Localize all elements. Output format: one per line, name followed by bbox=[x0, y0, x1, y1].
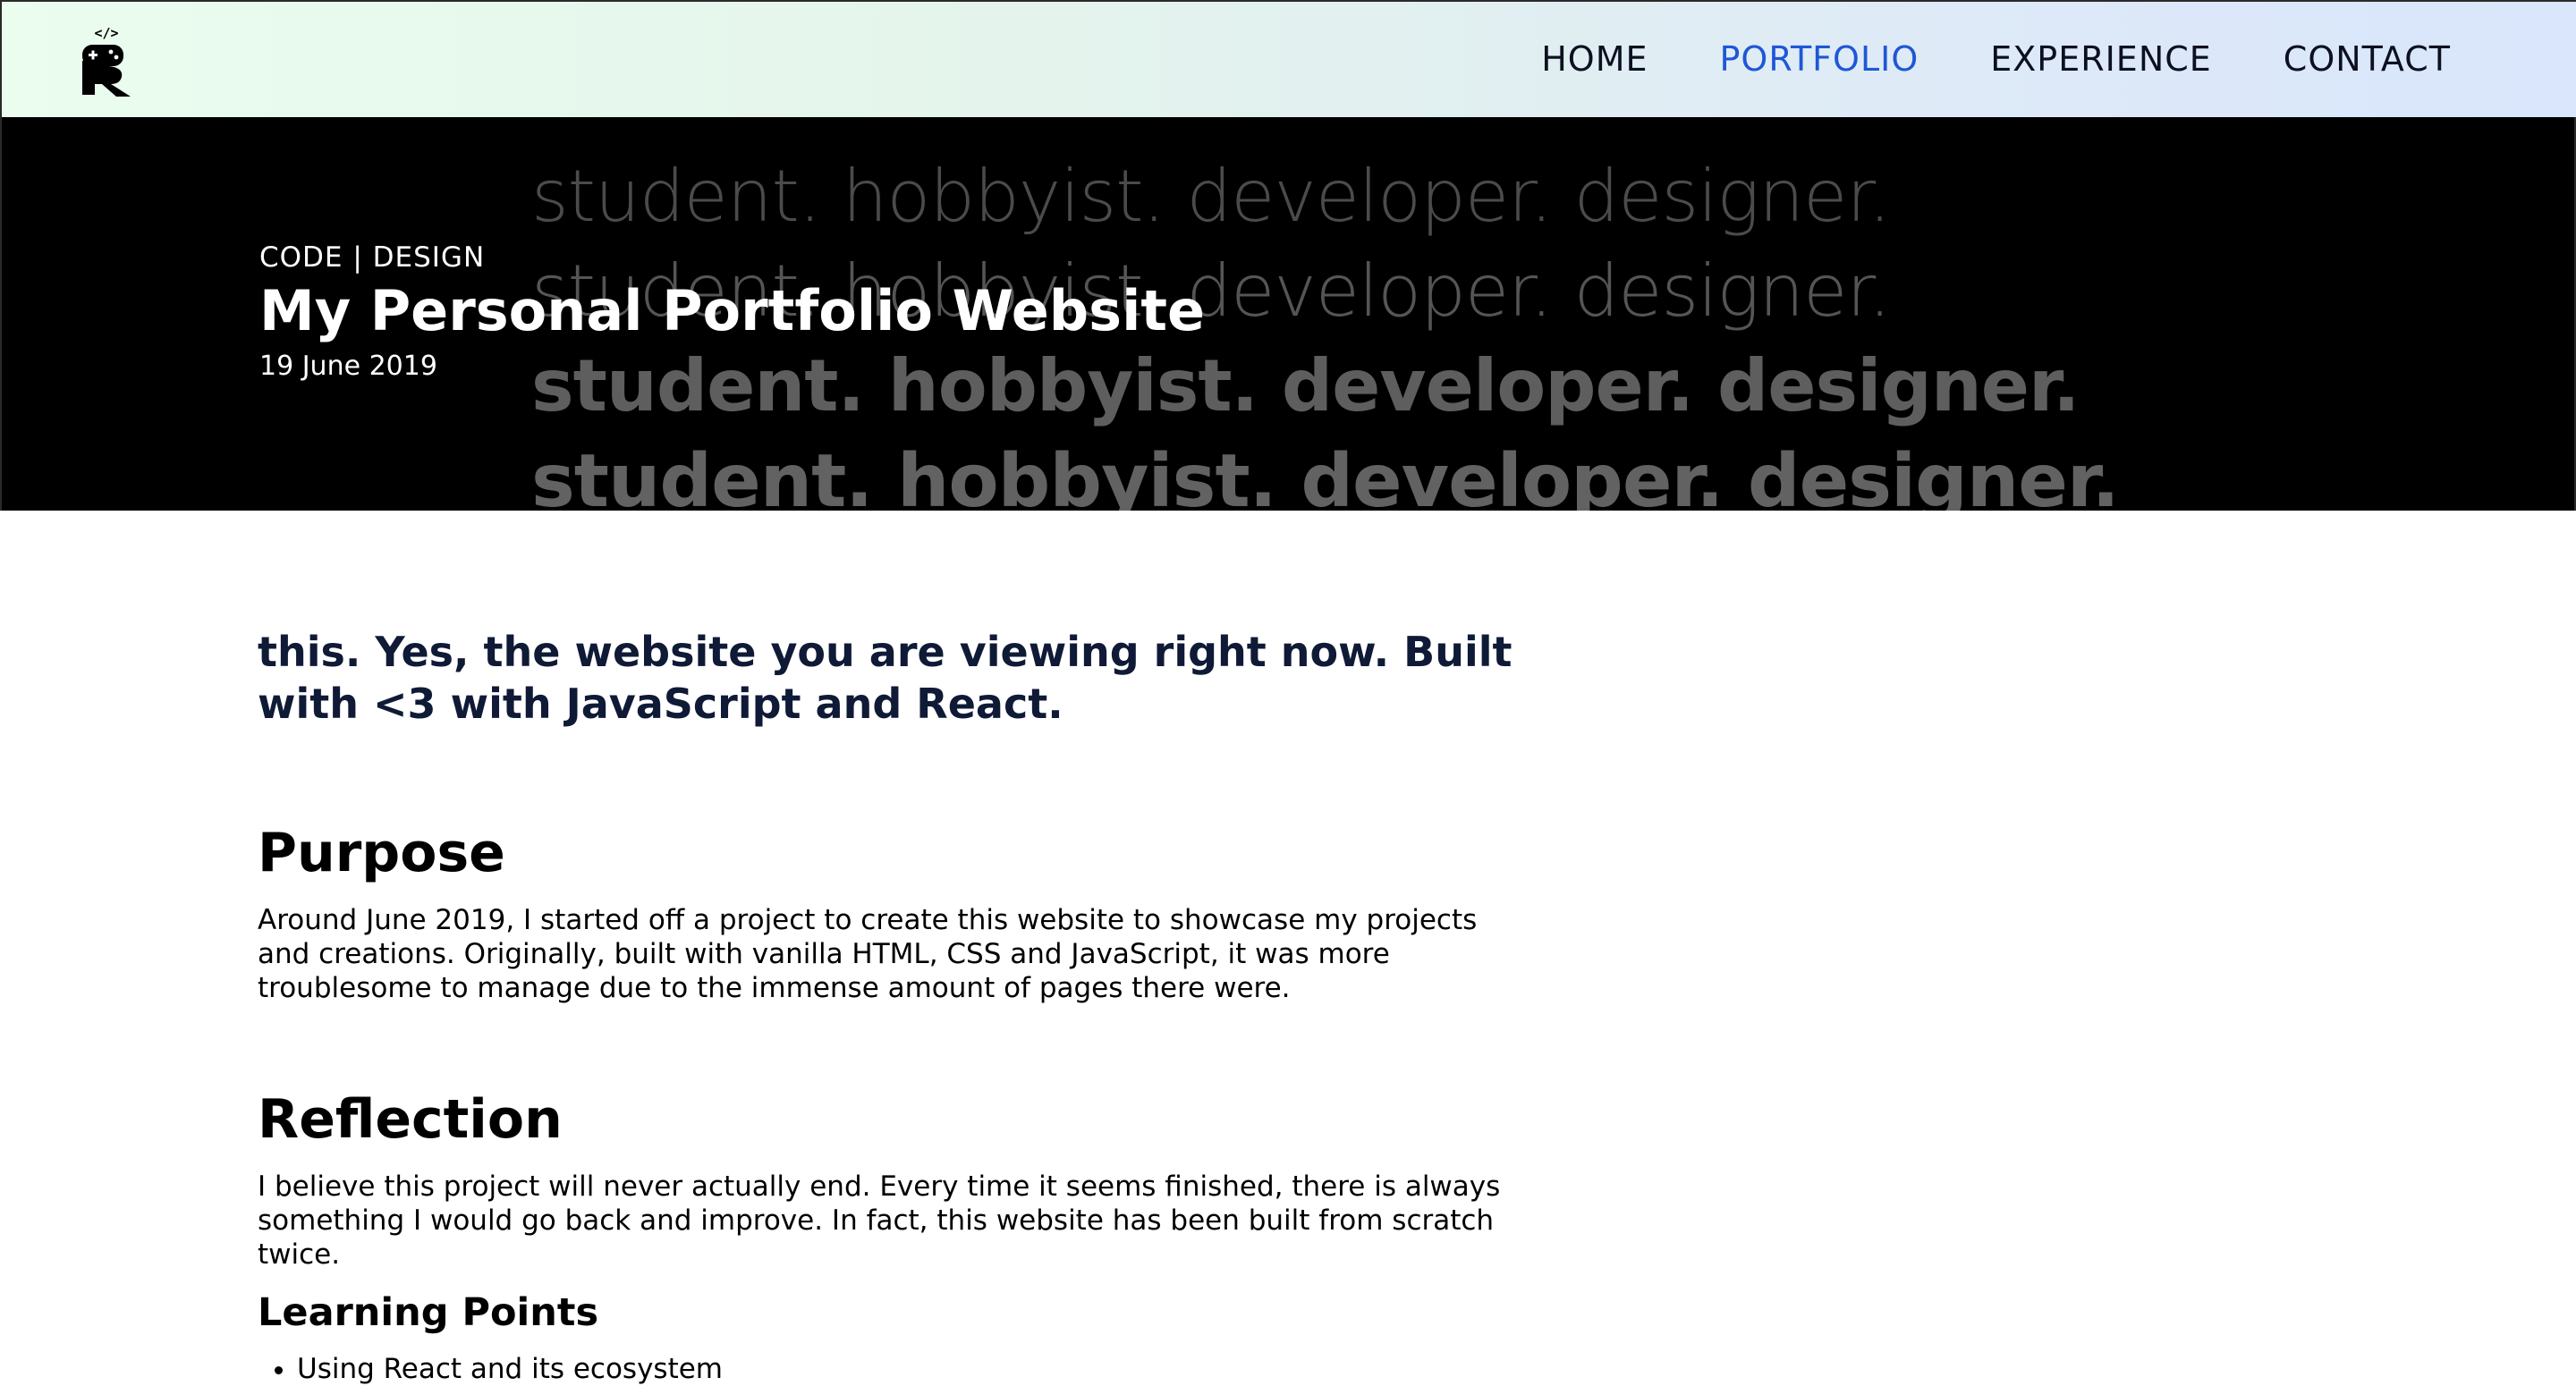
tagline-row: student. hobbyist. developer. designer. bbox=[531, 439, 2120, 511]
hero-meta: CODE | DESIGN My Personal Portfolio Webs… bbox=[259, 239, 1205, 387]
svg-text:</>: </> bbox=[94, 25, 118, 41]
site-header: </> HOME PORTFOLIO EXPERIENCE CONTACT bbox=[0, 0, 2576, 117]
purpose-text: Around June 2019, I started off a projec… bbox=[258, 904, 1478, 1004]
list-item: Using React and its ecosystem bbox=[297, 1352, 723, 1386]
nav-contact[interactable]: CONTACT bbox=[2284, 34, 2451, 84]
reflection-text: I believe this project will never actual… bbox=[258, 1170, 1501, 1271]
learning-points-heading: Learning Points bbox=[258, 1290, 599, 1335]
nav-home[interactable]: HOME bbox=[1541, 34, 1648, 84]
page-title: My Personal Portfolio Website bbox=[259, 278, 1206, 343]
nav-experience[interactable]: EXPERIENCE bbox=[1990, 34, 2212, 84]
tagline-row: student. hobbyist. developer. designer. bbox=[531, 155, 1891, 238]
reflection-heading: Reflection bbox=[258, 1088, 563, 1151]
learning-points-list: Using React and its ecosystem bbox=[258, 1352, 723, 1386]
main-nav: HOME PORTFOLIO EXPERIENCE CONTACT bbox=[1541, 34, 2451, 84]
nav-portfolio[interactable]: PORTFOLIO bbox=[1720, 34, 1919, 84]
purpose-heading: Purpose bbox=[258, 822, 505, 884]
project-category: CODE | DESIGN bbox=[259, 241, 486, 274]
lead-text: this. Yes, the website you are viewing r… bbox=[258, 628, 1513, 728]
article-content: this. Yes, the website you are viewing r… bbox=[258, 626, 1528, 1385]
hero-banner: student. hobbyist. developer. designer. … bbox=[0, 117, 2576, 511]
logo-icon[interactable]: </> bbox=[77, 25, 136, 98]
project-date: 19 June 2019 bbox=[259, 351, 437, 382]
